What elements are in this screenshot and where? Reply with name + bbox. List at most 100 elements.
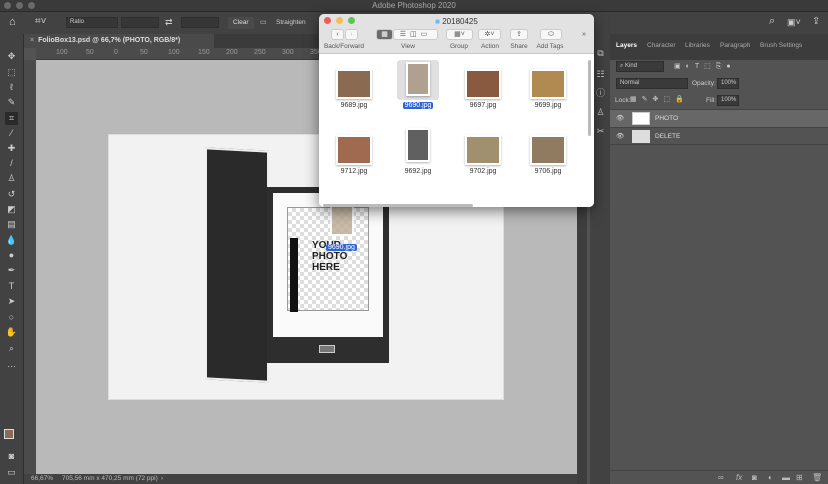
opacity-input[interactable]: 100% (717, 78, 739, 89)
height-input[interactable] (181, 17, 219, 28)
file-thumbnail[interactable] (406, 62, 430, 96)
horizontal-scrollbar[interactable] (323, 204, 473, 207)
tools-icon[interactable]: ✂ (594, 125, 607, 138)
foreground-color[interactable] (4, 429, 14, 439)
group-button[interactable]: ▦˅ (446, 29, 473, 40)
tab-character[interactable]: Character (647, 42, 676, 49)
file-name-selected[interactable]: 9690.jpg (403, 102, 434, 109)
ratio-select[interactable]: Ratio (66, 17, 118, 28)
file-thumbnail[interactable] (465, 69, 501, 99)
straighten-button[interactable]: Straighten (276, 19, 306, 26)
ruler-tick: 250 (254, 49, 266, 56)
file-name[interactable]: 9689.jpg (322, 102, 386, 109)
layer-name: PHOTO (655, 115, 678, 122)
hand-icon[interactable]: ✋ (5, 326, 18, 339)
clear-button[interactable]: Clear (228, 17, 254, 29)
link-icon[interactable]: ∞ (718, 473, 724, 482)
filter-icons[interactable]: ▣◐T⬚⎘● (674, 62, 736, 71)
file-thumbnail[interactable] (336, 135, 372, 165)
close-tab-icon[interactable]: × (30, 37, 34, 44)
file-name[interactable]: 9702.jpg (451, 168, 515, 175)
layer-row[interactable]: 👁 PHOTO (610, 109, 828, 127)
healing-icon[interactable]: ✚ (5, 142, 18, 155)
add-tags-button[interactable]: ⬭ (540, 29, 562, 40)
lock-icons[interactable]: ▦✎✥⬚🔒 (630, 95, 689, 103)
adjust-icon[interactable]: ☷ (594, 68, 607, 81)
history-icon[interactable]: ⧉ (594, 47, 607, 60)
more-tools-icon[interactable]: … (5, 358, 18, 371)
search-icon[interactable]: ⌕ (769, 15, 775, 28)
crop-tool-icon[interactable]: ⌗˅ (35, 16, 46, 27)
trash-icon[interactable]: 🗑 (812, 473, 822, 482)
file-thumbnail[interactable] (336, 69, 372, 99)
file-thumbnail[interactable] (530, 135, 566, 165)
zoom-level[interactable]: 66,67% (31, 475, 53, 482)
workspace-icon[interactable]: ▣˅ (787, 17, 801, 28)
layer-row[interactable]: 👁 DELETE (610, 127, 828, 145)
toolbar-overflow[interactable]: » (582, 31, 586, 38)
back-button[interactable]: ‹ (331, 29, 344, 40)
adjustment-icon[interactable]: ◐ (768, 473, 773, 482)
eye-icon[interactable]: 👁 (616, 132, 624, 140)
document-tab[interactable]: × FolioBox13.psd @ 66,7% (PHOTO, RGB/8*) (24, 34, 214, 48)
info-icon[interactable]: ⓘ (594, 87, 607, 100)
view-buttons[interactable]: ☰◫▭ (393, 29, 438, 40)
ruler-tick: 300 (282, 49, 294, 56)
file-thumbnail[interactable] (530, 69, 566, 99)
tab-brush-settings[interactable]: Brush Settings (760, 42, 802, 49)
file-name[interactable]: 9697.jpg (451, 102, 515, 109)
crop-tool-icon[interactable]: ⌗ (5, 112, 18, 125)
file-thumbnail[interactable] (406, 128, 430, 162)
mask-icon[interactable]: ◙ (752, 473, 757, 482)
action-button[interactable]: ✲˅ (478, 29, 501, 40)
swap-icon[interactable]: ⇄ (165, 17, 173, 28)
zoom-tool-icon[interactable]: ⌕ (5, 342, 18, 355)
tab-paragraph[interactable]: Paragraph (720, 42, 750, 49)
view-label: View (394, 43, 422, 50)
folder-icon[interactable]: ▬ (782, 473, 790, 482)
quick-mask-icon[interactable]: ◙ (5, 450, 18, 463)
tab-libraries[interactable]: Libraries (685, 42, 710, 49)
file-name[interactable]: 9692.jpg (386, 168, 450, 175)
quick-select-icon[interactable]: ✎ (5, 96, 18, 109)
path-select-icon[interactable]: ➤ (5, 295, 18, 308)
fill-input[interactable]: 100% (717, 95, 739, 106)
pen-icon[interactable]: ✒ (5, 264, 18, 277)
status-menu-arrow[interactable]: › (161, 475, 163, 482)
marquee-tool-icon[interactable]: ⬚ (5, 66, 18, 79)
clone-stamp-icon[interactable]: ♙ (5, 172, 18, 185)
move-tool-icon[interactable]: ✥ (5, 50, 18, 63)
eye-icon[interactable]: 👁 (616, 114, 624, 122)
shape-icon[interactable]: ○ (5, 311, 18, 324)
blur-icon[interactable]: 💧 (5, 234, 18, 247)
brush-icon[interactable]: / (5, 157, 18, 170)
file-name[interactable]: 9699.jpg (516, 102, 580, 109)
dodge-icon[interactable]: ● (5, 249, 18, 262)
type-icon[interactable]: T (5, 280, 18, 293)
width-input[interactable] (121, 17, 159, 28)
stamp-icon[interactable]: ♙ (594, 106, 607, 119)
forward-button[interactable]: › (345, 29, 358, 40)
tab-layers[interactable]: Layers (616, 42, 637, 49)
home-icon[interactable]: ⌂ (9, 16, 16, 28)
eyedropper-icon[interactable]: ⁄ (5, 127, 18, 140)
blend-mode-select[interactable]: Normal (616, 78, 688, 89)
gradient-icon[interactable]: ▤ (5, 218, 18, 231)
document-tab-label: FolioBox13.psd @ 66,7% (PHOTO, RGB/8*) (38, 37, 180, 44)
file-name[interactable]: 9712.jpg (322, 168, 386, 175)
screen-mode-icon[interactable]: ▭ (5, 466, 18, 479)
fx-icon[interactable]: fx (736, 473, 742, 482)
icon-view-button[interactable]: ▦ (376, 29, 393, 40)
file-thumbnail[interactable] (465, 135, 501, 165)
finder-vertical-scrollbar[interactable] (588, 60, 591, 136)
lasso-tool-icon[interactable]: ℓ (5, 81, 18, 94)
share-button[interactable]: ⇪ (510, 29, 528, 40)
eraser-icon[interactable]: ◩ (5, 203, 18, 216)
file-name[interactable]: 9706.jpg (516, 168, 580, 175)
group-label: Group (445, 43, 473, 50)
share-icon[interactable]: ⇪ (812, 16, 820, 27)
filter-kind-select[interactable]: ⌕ Kind (616, 61, 664, 72)
placeholder-line: PHOTO (312, 251, 347, 262)
history-brush-icon[interactable]: ↺ (5, 188, 18, 201)
new-layer-icon[interactable]: ⊞ (796, 473, 803, 482)
